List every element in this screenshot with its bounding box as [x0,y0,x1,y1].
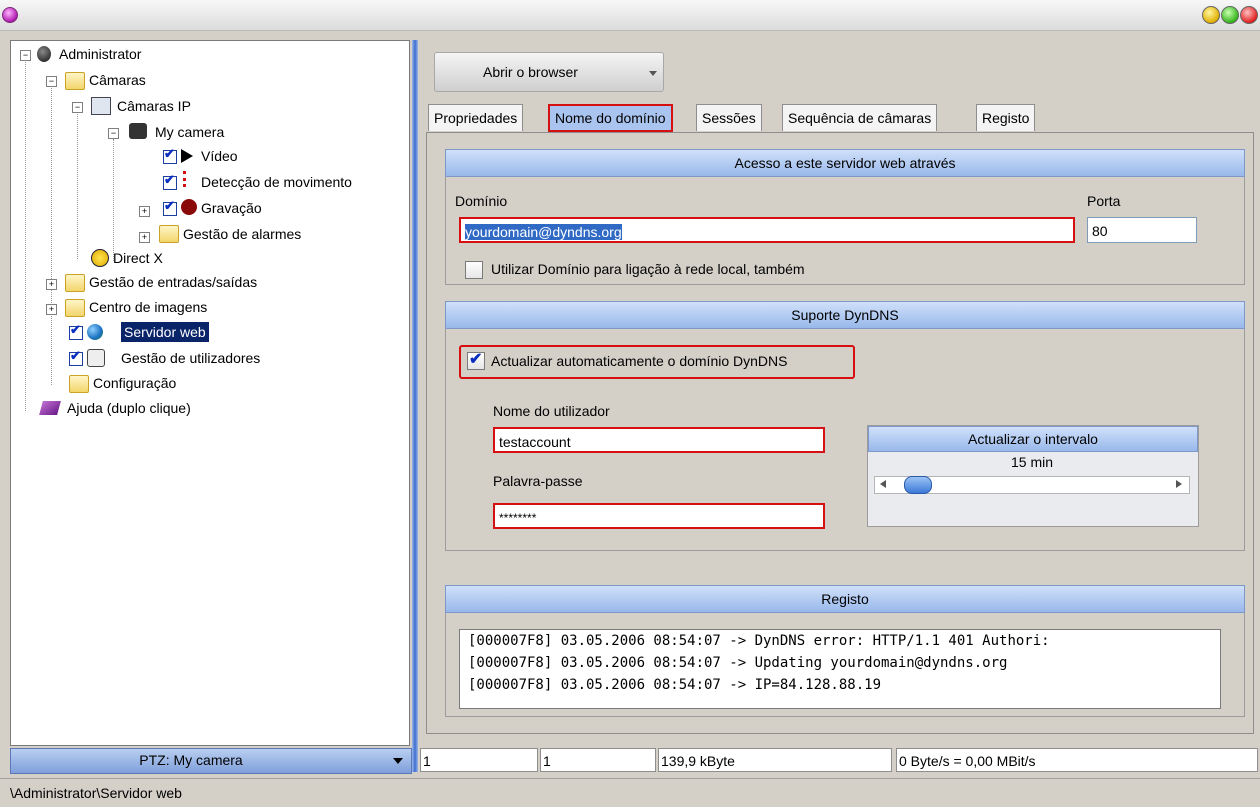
expand-toggle[interactable]: + [46,279,57,290]
web-server-enabled-checkbox[interactable] [69,322,83,340]
app-icon[interactable] [2,7,18,23]
tree-item-label: My camera [155,124,225,140]
close-button[interactable] [1240,6,1258,24]
maximize-button[interactable] [1221,6,1239,24]
ip-camera-icon [91,97,111,115]
ptz-camera-select[interactable]: PTZ: My camera [10,748,412,774]
path-bar: \Administrator\Servidor web [0,778,1260,807]
expand-toggle[interactable]: + [139,206,150,217]
interval-header: Actualizar o intervalo [868,426,1198,452]
settings-folder-icon [69,375,89,393]
local-network-label: Utilizar Domínio para ligação à rede loc… [491,261,805,277]
user-management-enabled-checkbox[interactable] [69,348,83,366]
chevron-down-icon [393,758,403,764]
port-field[interactable]: 80 [1087,217,1197,243]
open-browser-button[interactable]: Abrir o browser [434,52,664,92]
collapse-toggle[interactable]: − [46,76,57,87]
status-cell-2: 1 [540,748,656,772]
log-output[interactable]: [000007F8] 03.05.2006 08:54:07 -> DynDNS… [459,629,1221,709]
username-label: Nome do utilizador [493,403,610,419]
chevron-down-icon [649,71,657,76]
users-icon [87,349,105,367]
minimize-button[interactable] [1202,6,1220,24]
auto-update-label: Actualizar automaticamente o domínio Dyn… [491,353,788,369]
tree-item-label: Vídeo [201,148,238,164]
tree-line [77,111,78,259]
motion-enabled-checkbox[interactable] [163,172,177,190]
video-enabled-checkbox[interactable] [163,146,177,164]
folder-icon [159,225,179,243]
tab-content: Acesso a este servidor web através Domín… [426,132,1254,734]
tree-item-label: Direct X [113,250,163,266]
status-size: 139,9 kByte [658,748,892,772]
log-line: [000007F8] 03.05.2006 08:54:07 -> IP=84.… [468,677,882,693]
tree-item-label: Gestão de utilizadores [121,350,261,366]
directx-icon [91,249,109,267]
recording-enabled-checkbox[interactable] [163,198,177,216]
dyndns-header: Suporte DynDNS [445,301,1245,329]
tab-camera-sequence[interactable]: Sequência de câmaras [782,104,938,131]
tab-log[interactable]: Registo [976,104,1036,131]
folder-icon [65,72,85,90]
tree-item-label: Detecção de movimento [201,174,352,190]
domain-field[interactable]: yourdomain@dyndns.org [459,217,1075,243]
arrow-left-icon[interactable] [880,480,886,488]
folder-icon [65,274,85,292]
expand-toggle[interactable]: + [139,232,150,243]
navigation-tree[interactable]: − Administrator − Câmaras − Câmaras IP −… [10,40,410,746]
record-icon [181,199,197,215]
collapse-toggle[interactable]: − [72,102,83,113]
folder-icon [65,299,85,317]
tree-line [51,85,52,385]
update-interval-box: Actualizar o intervalo 15 min [867,425,1199,527]
status-rate: 0 Byte/s = 0,00 MBit/s [896,748,1258,772]
motion-detection-icon [183,171,198,187]
tree-item-label: Gestão de alarmes [183,226,302,242]
tree-item-label: Administrator [59,46,142,62]
open-browser-label: Abrir o browser [483,64,578,80]
main-panel: Abrir o browser Propriedades Nome do dom… [420,40,1256,746]
interval-value: 15 min [1010,454,1054,470]
tree-item-label: Gravação [201,200,262,216]
administrator-icon [37,46,51,62]
auto-update-checkbox[interactable] [467,349,485,370]
log-line: [000007F8] 03.05.2006 08:54:07 -> Updati… [468,655,1008,671]
log-line: [000007F8] 03.05.2006 08:54:07 -> DynDNS… [468,633,1050,649]
help-book-icon [39,401,61,415]
tree-item-label: Ajuda (duplo clique) [67,400,191,416]
collapse-toggle[interactable]: − [108,128,119,139]
local-network-checkbox[interactable] [465,261,483,279]
tree-line [113,139,114,261]
tree-item-label: Câmaras IP [117,98,191,114]
status-bar: 1 1 139,9 kByte 0 Byte/s = 0,00 MBit/s [420,748,1258,772]
password-label: Palavra-passe [493,473,583,489]
port-label: Porta [1087,193,1121,209]
title-bar [0,0,1260,31]
tab-properties[interactable]: Propriedades [428,104,524,131]
collapse-toggle[interactable]: − [20,50,31,61]
password-field[interactable]: ******** [493,503,825,529]
camera-icon [129,123,147,139]
globe-icon [87,324,103,340]
tab-domain-name[interactable]: Nome do domínio [548,104,673,132]
status-cell-1: 1 [420,748,538,772]
domain-value: yourdomain@dyndns.org [465,224,622,240]
log-header: Registo [445,585,1245,613]
play-icon [181,149,193,163]
tree-item-label: Servidor web [121,322,209,342]
access-header: Acesso a este servidor web através [445,149,1245,177]
username-field[interactable]: testaccount [493,427,825,453]
expand-toggle[interactable]: + [46,304,57,315]
arrow-right-icon[interactable] [1176,480,1182,488]
ptz-label: PTZ: My camera [139,752,243,768]
panel-splitter[interactable] [412,40,418,772]
tree-item-label: Centro de imagens [89,299,208,315]
interval-slider-thumb[interactable] [904,476,932,494]
tree-item-label: Gestão de entradas/saídas [89,274,258,290]
tab-sessions[interactable]: Sessões [696,104,762,131]
tree-item-label: Câmaras [89,72,146,88]
tree-item-label: Configuração [93,375,177,391]
tree-line [25,59,26,411]
domain-label: Domínio [455,193,508,209]
